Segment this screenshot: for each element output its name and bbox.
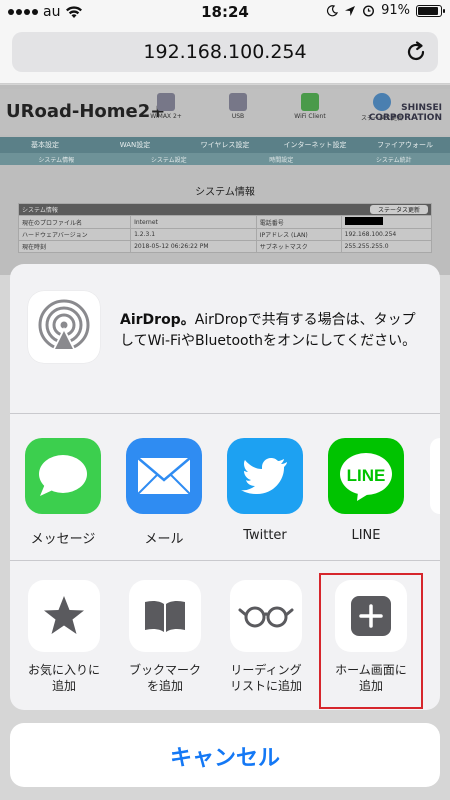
battery-icon	[416, 4, 445, 17]
reload-icon[interactable]	[404, 40, 428, 64]
router-header: URoad-Home2+ WiMAX 2+ USB WiFi Client ステ…	[0, 89, 450, 135]
router-admin-page: URoad-Home2+ WiMAX 2+ USB WiFi Client ステ…	[0, 85, 450, 275]
nav-item: WAN設定	[119, 141, 151, 149]
system-info-title: システム情報	[195, 187, 255, 198]
messages-icon[interactable]	[25, 438, 101, 514]
status-update-button: ステータス更新	[369, 205, 428, 214]
moon-icon	[327, 4, 339, 16]
share-app-label: Twitter	[243, 528, 287, 543]
highlight-box	[319, 573, 423, 709]
cancel-button[interactable]: キャンセル	[10, 723, 440, 787]
share-app-label: LINE	[351, 528, 381, 543]
airdrop-text: AirDrop。AirDropで共有する場合は、タップしてWi-FiやBluet…	[120, 310, 426, 352]
action-add-reading-list[interactable]: リーディング リストに追加	[218, 580, 314, 694]
nav-item: ワイヤレス設定	[200, 141, 250, 149]
battery-percent: 91%	[381, 3, 410, 18]
action-label: お気に入りに 追加	[27, 663, 100, 693]
nav-item: ファイアウォール	[377, 141, 433, 149]
location-icon	[345, 5, 356, 16]
redacted-phone	[344, 217, 383, 225]
table-row: 現在時刻 2018-05-12 06:26:22 PM サブネットマスク 255.25…	[17, 240, 433, 253]
table-row: 現在のプロファイル名 Internet 電話番号	[17, 215, 433, 229]
wimax-icon: WiMAX 2+	[140, 93, 192, 122]
webpage-background: URoad-Home2+ WiMAX 2+ USB WiFi Client ステ…	[0, 85, 450, 275]
share-app-line[interactable]: LINE LINE	[321, 438, 411, 543]
mail-icon[interactable]	[126, 438, 202, 514]
book-icon[interactable]	[129, 580, 201, 652]
subnav-item: 時間設定	[269, 157, 294, 164]
url-text[interactable]: 192.168.100.254	[12, 41, 438, 63]
address-bar[interactable]: 192.168.100.254	[12, 32, 438, 72]
share-app-label: メール	[144, 532, 184, 547]
airdrop-title: AirDrop。	[120, 312, 195, 328]
usb-icon: USB	[212, 93, 264, 122]
twitter-icon[interactable]	[227, 438, 303, 514]
cancel-label: キャンセル	[169, 746, 280, 771]
action-label: ブックマーク を追加	[128, 663, 201, 693]
router-nav: 基本設定 WAN設定 ワイヤレス設定 インターネット設定 ファイアウォール	[0, 137, 450, 153]
airdrop-icon[interactable]	[28, 291, 100, 363]
nav-item: 基本設定	[31, 141, 59, 149]
corp-logo: SHINSEI CORPORATION	[368, 103, 442, 123]
status-right: 91%	[326, 3, 445, 18]
line-icon[interactable]: LINE	[328, 438, 404, 514]
router-subnav: システム情報 システム設定 時間設定 システム統計	[0, 153, 450, 165]
nav-item: インターネット設定	[283, 141, 347, 149]
action-label: リーディング リストに追加	[229, 663, 302, 693]
subnav-item: システム情報	[38, 157, 75, 164]
alarm-icon	[363, 5, 375, 17]
share-app-label: メッセージ	[30, 532, 96, 547]
glasses-icon[interactable]	[230, 580, 302, 652]
share-app-twitter[interactable]: Twitter	[220, 438, 310, 543]
share-apps-row: メッセージ メール Twitter LINE LINE	[10, 414, 440, 560]
wifi-client-icon: WiFi Client	[284, 93, 336, 122]
system-info-table: システム情報 ステータス更新 現在のプロファイル名 Internet 電話番号 ハード…	[17, 203, 433, 253]
share-app-messages[interactable]: メッセージ	[18, 438, 108, 547]
action-add-bookmark[interactable]: ブックマーク を追加	[117, 580, 213, 694]
share-sheet: AirDrop。AirDropで共有する場合は、タップしてWi-FiやBluet…	[10, 264, 440, 710]
status-bar: au 18:24 91%	[0, 0, 450, 24]
browser-toolbar: 192.168.100.254	[0, 24, 450, 84]
table-row: ハードウェアバージョン 1.2.3.1 IPアドレス (LAN) 192.168.10…	[17, 228, 433, 241]
table-header: システム情報 ステータス更新	[18, 203, 432, 216]
subnav-item: システム設定	[150, 157, 187, 164]
share-actions-row: お気に入りに 追加 ブックマーク を追加 リーディング リストに追加 ホーム画面…	[10, 561, 440, 710]
airdrop-section[interactable]: AirDrop。AirDropで共有する場合は、タップしてWi-FiやBluet…	[10, 264, 440, 414]
action-add-favorite[interactable]: お気に入りに 追加	[16, 580, 112, 694]
subnav-item: システム統計	[375, 157, 412, 164]
share-app-mail[interactable]: メール	[119, 438, 209, 547]
partial-next-app-icon[interactable]	[430, 438, 440, 514]
star-icon[interactable]	[28, 580, 100, 652]
battery-fill	[418, 6, 439, 15]
svg-text:LINE: LINE	[347, 466, 386, 485]
